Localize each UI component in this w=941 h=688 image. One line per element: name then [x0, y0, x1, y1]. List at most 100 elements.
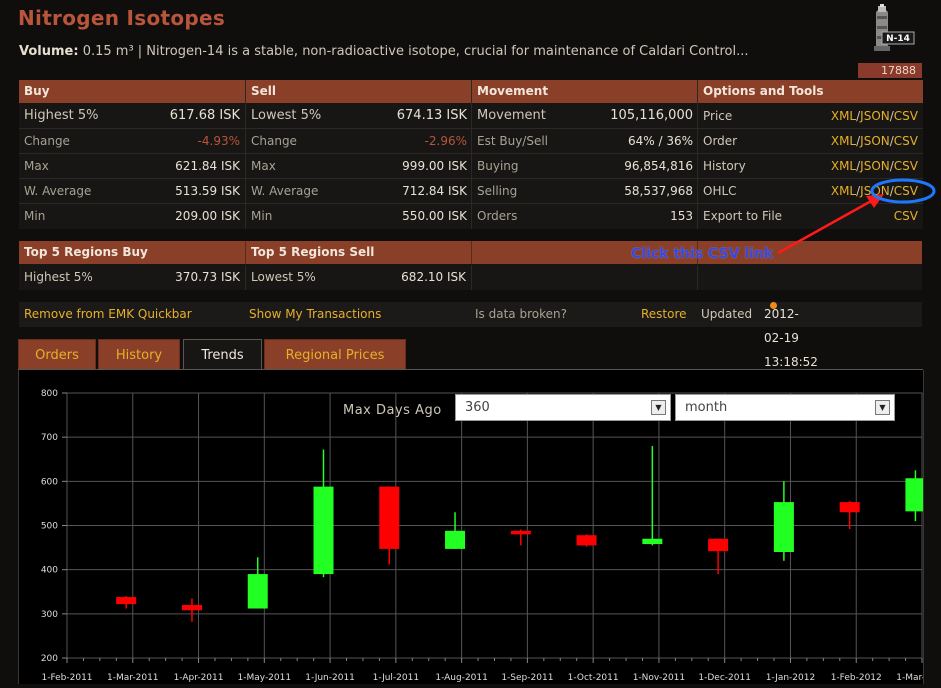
tab-orders[interactable]: Orders	[18, 339, 96, 370]
y-tick-label: 700	[41, 433, 58, 443]
annotation-text: Click this CSV link	[631, 246, 774, 262]
sell-header: Sell	[246, 80, 472, 103]
history-xml-link[interactable]: XML	[831, 159, 856, 173]
tab-regional-prices[interactable]: Regional Prices	[264, 339, 406, 370]
volume-label: Volume:	[19, 44, 79, 59]
regions-empty-cell	[471, 265, 697, 290]
regions-sell-header: Top 5 Regions Sell	[245, 241, 471, 264]
row-value: 712.84 ISK	[402, 184, 467, 198]
movement-row-buying: Buying 96,854,816	[472, 154, 698, 179]
regions-buy-header: Top 5 Regions Buy	[19, 241, 245, 264]
order-xml-link[interactable]: XML	[831, 134, 856, 148]
x-tick-label: 1-Mar-2011	[107, 673, 159, 683]
candle-body	[181, 605, 202, 611]
remove-quickbar-link[interactable]: Remove from EMK Quickbar	[24, 302, 192, 326]
ohlc-json-link[interactable]: JSON	[860, 184, 890, 198]
candle-body	[247, 574, 268, 609]
options-row-history: History XML/JSON/CSV	[698, 154, 923, 179]
y-tick-label: 300	[41, 610, 58, 620]
candle-body	[576, 535, 597, 546]
row-label: W. Average	[24, 184, 92, 198]
period-select[interactable]: month ▼	[675, 394, 895, 421]
movement-panel: Movement Movement 105,116,000 Est Buy/Se…	[471, 80, 698, 229]
row-label: Max	[24, 159, 49, 173]
history-csv-link[interactable]: CSV	[894, 159, 918, 173]
row-value: -4.93%	[197, 134, 240, 148]
candle-body	[510, 530, 531, 535]
row-label: Movement	[477, 108, 546, 123]
x-tick-label: 1-Nov-2011	[633, 673, 685, 683]
row-label: Min	[24, 209, 46, 223]
row-label: Min	[251, 209, 273, 223]
movement-row-orders: Orders 153	[472, 204, 698, 229]
item-description: | Nitrogen-14 is a stable, non-radioacti…	[137, 44, 749, 59]
row-value: -2.96%	[424, 134, 467, 148]
order-json-link[interactable]: JSON	[860, 134, 890, 148]
buy-row-min: Min 209.00 ISK	[19, 204, 245, 229]
row-label: Change	[251, 134, 297, 148]
candle-body	[839, 502, 860, 513]
item-id-badge: 17888	[858, 63, 922, 78]
options-row-order: Order XML/JSON/CSV	[698, 129, 923, 154]
y-tick-label: 400	[41, 566, 58, 576]
y-tick-label: 500	[41, 522, 58, 532]
candle-body	[379, 486, 400, 549]
row-label: W. Average	[251, 184, 319, 198]
history-json-link[interactable]: JSON	[860, 159, 890, 173]
price-xml-link[interactable]: XML	[831, 109, 856, 123]
options-panel: Options and Tools Price XML/JSON/CSV Ord…	[697, 80, 923, 229]
nitrogen-isotope-icon: N-14	[866, 2, 920, 54]
x-tick-label: 1-Oct-2011	[568, 673, 619, 683]
sell-row-lowest: Lowest 5% 674.13 ISK	[246, 104, 472, 129]
restore-link[interactable]: Restore	[641, 302, 687, 326]
sell-row-max: Max 999.00 ISK	[246, 154, 472, 179]
candle-body	[313, 486, 334, 575]
export-csv-link[interactable]: CSV	[894, 209, 918, 223]
row-value: 64% / 36%	[627, 134, 693, 148]
price-json-link[interactable]: JSON	[860, 109, 890, 123]
candle-body	[445, 530, 466, 549]
max-days-select[interactable]: 360 ▼	[455, 394, 671, 421]
chevron-down-icon[interactable]: ▼	[651, 400, 666, 415]
regions-sell-row: Lowest 5% 682.10 ISK	[245, 265, 471, 290]
updated-label: Updated	[701, 307, 753, 321]
buy-panel: Buy Highest 5% 617.68 ISK Change -4.93% …	[19, 80, 245, 229]
row-value: 370.73 ISK	[175, 270, 240, 284]
volume-value: 0.15 m³	[82, 44, 134, 59]
x-tick-label: 1-Feb-2011	[41, 673, 92, 683]
period-value: month	[685, 400, 728, 415]
options-header: Options and Tools	[698, 80, 923, 103]
row-label: Selling	[477, 184, 518, 198]
row-label: Highest 5%	[24, 270, 93, 284]
x-tick-label: 1-Sep-2011	[501, 673, 553, 683]
row-value: 209.00 ISK	[175, 209, 240, 223]
candle-body	[116, 597, 137, 605]
tab-history[interactable]: History	[98, 339, 180, 370]
options-row-ohlc: OHLC XML/JSON/CSV	[698, 179, 923, 204]
row-value: 105,116,000	[610, 108, 693, 123]
sell-row-min: Min 550.00 ISK	[246, 204, 472, 229]
movement-row-selling: Selling 58,537,968	[472, 179, 698, 204]
show-transactions-link[interactable]: Show My Transactions	[249, 302, 381, 326]
candle-body	[708, 538, 729, 552]
buy-row-max: Max 621.84 ISK	[19, 154, 245, 179]
regions-buy-row: Highest 5% 370.73 ISK	[19, 265, 245, 290]
x-tick-label: 1-Jun-2011	[305, 673, 355, 683]
ohlc-xml-link[interactable]: XML	[831, 184, 856, 198]
row-value: 621.84 ISK	[175, 159, 240, 173]
chevron-down-icon[interactable]: ▼	[875, 400, 890, 415]
row-value: 550.00 ISK	[402, 209, 467, 223]
ohlc-csv-link[interactable]: CSV	[894, 184, 918, 198]
regions-panel: Top 5 Regions Buy Top 5 Regions Sell Hig…	[19, 241, 922, 290]
row-label: Order	[703, 134, 738, 148]
x-tick-label: 1-Jan-2012	[766, 673, 816, 683]
y-tick-label: 600	[41, 477, 58, 487]
row-label: Highest 5%	[24, 108, 99, 123]
price-csv-link[interactable]: CSV	[894, 109, 918, 123]
order-csv-link[interactable]: CSV	[894, 134, 918, 148]
row-label: Change	[24, 134, 70, 148]
max-days-value: 360	[465, 400, 490, 415]
tab-trends[interactable]: Trends	[183, 339, 262, 370]
buy-row-highest: Highest 5% 617.68 ISK	[19, 104, 245, 129]
movement-row-total: Movement 105,116,000	[472, 104, 698, 129]
